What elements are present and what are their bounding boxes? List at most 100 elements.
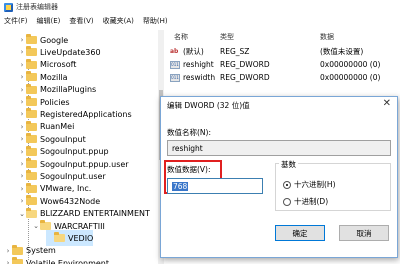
folder-icon: [26, 58, 37, 69]
tree-item-label: Wow6432Node: [40, 196, 101, 206]
value-data-text: 768: [172, 181, 189, 191]
chevron-down-icon[interactable]: ⌄: [32, 222, 40, 230]
tree-item-label: LiveUpdate360: [40, 47, 101, 57]
tree-item-label: BLIZZARD ENTERTAINMENT: [40, 209, 150, 219]
folder-icon: [26, 158, 37, 168]
tree-item-label: Mozilla: [40, 72, 68, 82]
regedit-icon: [4, 2, 13, 12]
tree-item-label: VEDIO: [68, 233, 94, 243]
tree-item-label: SogouInput.ppup.user: [40, 159, 129, 169]
folder-icon: [12, 244, 23, 255]
value-type: REG_DWORD: [220, 60, 270, 69]
chevron-down-icon[interactable]: ⌄: [18, 210, 26, 218]
folder-icon: [26, 46, 37, 57]
chevron-right-icon[interactable]: ›: [18, 160, 26, 168]
dialog-title: 编辑 DWORD (32 位)值: [167, 101, 250, 110]
folder-icon: [26, 71, 37, 82]
radio-dec-label: 十进制(D): [294, 197, 329, 206]
dword-value-icon: 011: [170, 60, 180, 69]
tree-item-label: SogouInput.ppup: [40, 147, 109, 157]
title-bar: 注册表编辑器: [0, 0, 400, 14]
edit-dword-dialog: 编辑 DWORD (32 位)值 ✕ 数值名称(N): reshight 数值数…: [160, 96, 398, 258]
chevron-right-icon[interactable]: ›: [4, 247, 12, 255]
string-value-icon: ab: [170, 47, 179, 55]
folder-icon: [40, 220, 51, 230]
value-name: reshight: [183, 60, 214, 69]
value-row[interactable]: 011 reswidth REG_DWORD 0x00000000 (0): [166, 71, 400, 84]
chevron-right-icon[interactable]: ›: [18, 86, 26, 94]
tree-item-label: Volatile Environment: [26, 258, 109, 264]
tree-item-label: RegisteredApplications: [40, 109, 132, 119]
folder-icon: [26, 182, 37, 193]
folder-icon: [26, 96, 37, 106]
tree-item-label: System: [26, 246, 56, 256]
column-name-header[interactable]: 名称: [174, 32, 188, 42]
menu-view[interactable]: 查看(V): [69, 16, 93, 26]
value-row[interactable]: ab (默认) REG_SZ (数值未设置): [166, 45, 400, 58]
tree-item-label: MozillaPlugins: [40, 85, 97, 95]
chevron-right-icon[interactable]: ›: [18, 61, 26, 69]
value-type: REG_SZ: [220, 47, 250, 56]
tree-item[interactable]: › Volatile Environment: [4, 255, 109, 264]
folder-icon: [26, 108, 37, 119]
menu-favorites[interactable]: 收藏夹(A): [103, 16, 134, 26]
chevron-right-icon[interactable]: ›: [18, 148, 26, 156]
radio-hex-label: 十六进制(H): [294, 180, 336, 189]
folder-icon: [26, 195, 37, 206]
value-name: (默认): [183, 47, 204, 56]
window-title: 注册表编辑器: [16, 3, 58, 11]
value-row[interactable]: 011 reshight REG_DWORD 0x00000000 (0): [166, 58, 400, 71]
radio-dec[interactable]: [283, 197, 291, 206]
folder-icon: [26, 170, 37, 181]
chevron-right-icon[interactable]: ›: [18, 135, 26, 143]
value-name: reswidth: [183, 73, 216, 82]
chevron-right-icon[interactable]: ›: [18, 185, 26, 193]
chevron-right-icon[interactable]: ›: [18, 73, 26, 81]
menu-help[interactable]: 帮助(H): [143, 16, 168, 26]
column-data-header[interactable]: 数据: [320, 32, 334, 42]
value-name-label: 数值名称(N):: [167, 128, 211, 137]
chevron-right-icon[interactable]: ›: [18, 197, 26, 205]
chevron-right-icon[interactable]: ›: [18, 110, 26, 118]
tree-item-label: VMware, Inc.: [40, 184, 92, 194]
tree-item-label: WARCRAFTIII: [54, 221, 105, 231]
base-label: 基数: [279, 159, 298, 170]
folder-icon: [26, 83, 37, 94]
radio-hex[interactable]: [283, 180, 291, 189]
column-type-header[interactable]: 类型: [220, 32, 234, 42]
tree-item-label: SogouInput: [40, 134, 86, 144]
list-header: 名称 类型 数据: [166, 30, 400, 44]
value-data-label: 数值数据(V):: [167, 165, 211, 174]
folder-icon: [12, 257, 23, 264]
folder-icon: [26, 34, 37, 44]
cancel-button[interactable]: 取消: [339, 225, 389, 241]
chevron-right-icon[interactable]: ›: [18, 48, 26, 56]
folder-icon: [26, 120, 37, 131]
tree-item-label: Microsoft: [40, 60, 77, 70]
folder-icon: [26, 133, 37, 144]
chevron-right-icon[interactable]: ›: [18, 123, 26, 131]
value-data: (数值未设置): [320, 47, 364, 56]
registry-tree[interactable]: › Google › LiveUpdate360 › Microsoft › Mozilla ›…: [0, 30, 164, 264]
radio-hex-option[interactable]: 十六进制(H): [283, 179, 336, 190]
chevron-right-icon[interactable]: ›: [18, 98, 26, 106]
dword-value-icon: 011: [170, 73, 180, 82]
radio-dec-option[interactable]: 十进制(D): [283, 196, 328, 207]
value-data: 0x00000000 (0): [320, 60, 381, 69]
value-data: 0x00000000 (0): [320, 73, 381, 82]
chevron-right-icon[interactable]: ›: [4, 259, 12, 264]
ok-button[interactable]: 确定: [275, 225, 325, 241]
menu-bar: 文件(F) 编辑(E) 查看(V) 收藏夹(A) 帮助(H): [0, 14, 400, 28]
menu-edit[interactable]: 编辑(E): [37, 16, 61, 26]
tree-item-label: Policies: [40, 97, 70, 107]
value-data-input[interactable]: 768: [167, 178, 263, 194]
menu-file[interactable]: 文件(F): [4, 16, 28, 26]
value-name-field: reshight: [167, 140, 391, 156]
folder-icon: [54, 232, 65, 243]
value-type: REG_DWORD: [220, 73, 270, 82]
chevron-right-icon[interactable]: ›: [18, 36, 26, 44]
close-icon[interactable]: ✕: [383, 98, 391, 109]
folder-icon: [26, 207, 37, 218]
value-name-text: reshight: [172, 143, 203, 153]
chevron-right-icon[interactable]: ›: [18, 172, 26, 180]
